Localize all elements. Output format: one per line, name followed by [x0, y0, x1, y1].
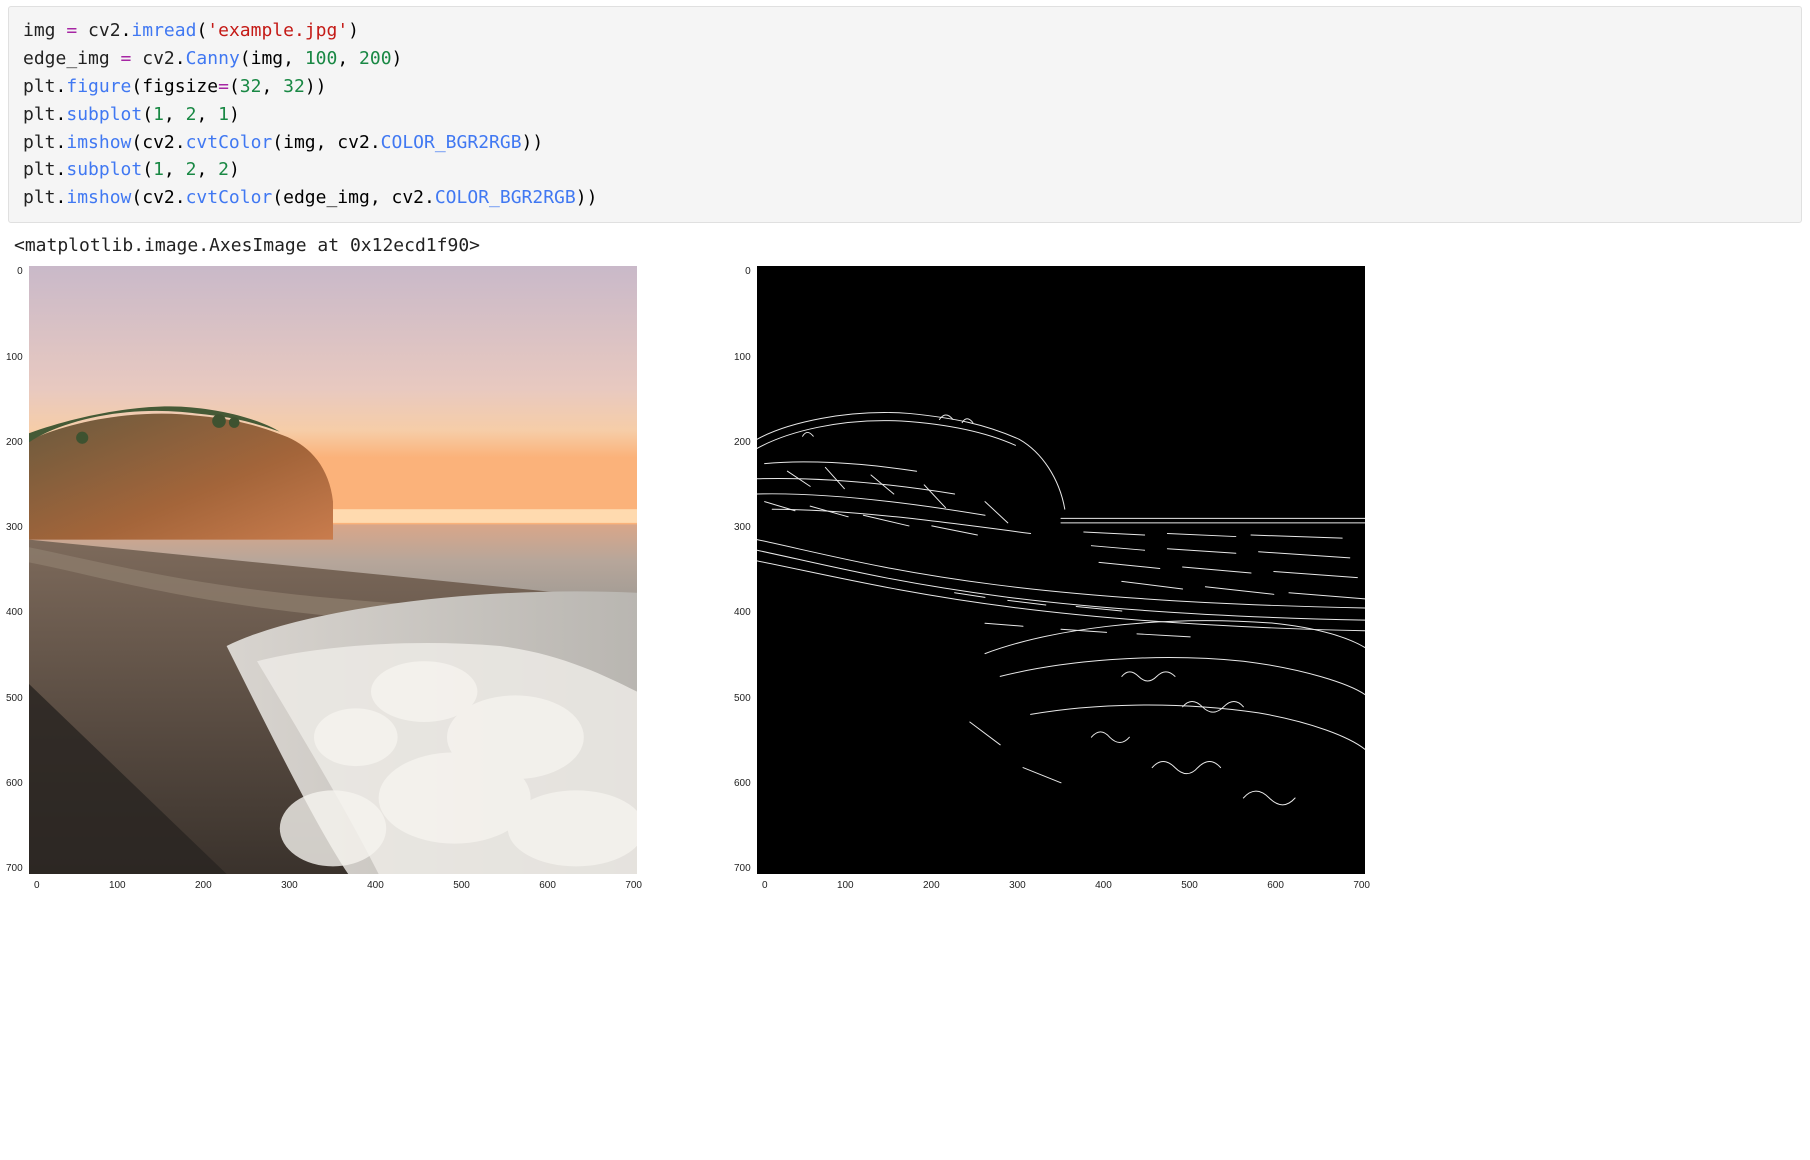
- ytick-label: 700: [6, 863, 23, 874]
- code-input-cell[interactable]: img = cv2.imread('example.jpg') edge_img…: [8, 6, 1802, 223]
- xtick-label: 100: [109, 880, 126, 891]
- xtick-label: 300: [281, 880, 298, 891]
- ytick-label: 500: [734, 693, 751, 704]
- xtick-label: 400: [367, 880, 384, 891]
- ytick-label: 400: [734, 607, 751, 618]
- xtick-label: 200: [195, 880, 212, 891]
- ytick-label: 200: [6, 437, 23, 448]
- xtick-label: 700: [625, 880, 642, 891]
- xtick-label: 500: [453, 880, 470, 891]
- ytick-label: 300: [734, 522, 751, 533]
- xtick-label: 600: [539, 880, 556, 891]
- original-beach-image: [29, 266, 637, 874]
- notebook-cell: img = cv2.imread('example.jpg') edge_img…: [0, 6, 1810, 911]
- canny-edge-image: [757, 266, 1365, 874]
- xtick-label: 200: [923, 880, 940, 891]
- xtick-label: 500: [1181, 880, 1198, 891]
- xtick-label: 300: [1009, 880, 1026, 891]
- xtick-label: 0: [34, 880, 40, 891]
- ytick-label: 300: [6, 522, 23, 533]
- xtick-label: 100: [837, 880, 854, 891]
- ytick-label: 100: [734, 352, 751, 363]
- xtick-label: 400: [1095, 880, 1112, 891]
- ytick-label: 400: [6, 607, 23, 618]
- matplotlib-figure-output: 0 100 200 300 400 500 600 700: [0, 258, 1810, 911]
- xtick-label: 700: [1353, 880, 1370, 891]
- ytick-label: 100: [6, 352, 23, 363]
- ytick-label: 600: [6, 778, 23, 789]
- xtick-label: 0: [762, 880, 768, 891]
- subplot-1-original-image: 0 100 200 300 400 500 600 700: [6, 266, 642, 891]
- ytick-label: 200: [734, 437, 751, 448]
- ytick-label: 0: [17, 266, 23, 277]
- output-repr-text: <matplotlib.image.AxesImage at 0x12ecd1f…: [0, 227, 1810, 258]
- subplot-2-xticks: 0 100 200 300 400 500 600 700: [762, 874, 1370, 891]
- ytick-label: 600: [734, 778, 751, 789]
- subplot-2-yticks: 0 100 200 300 400 500 600 700: [734, 266, 757, 874]
- subplot-1-yticks: 0 100 200 300 400 500 600 700: [6, 266, 29, 874]
- ytick-label: 700: [734, 863, 751, 874]
- subplot-1-xticks: 0 100 200 300 400 500 600 700: [34, 874, 642, 891]
- xtick-label: 600: [1267, 880, 1284, 891]
- subplot-2-edge-image: 0 100 200 300 400 500 600 700: [734, 266, 1370, 891]
- ytick-label: 500: [6, 693, 23, 704]
- ytick-label: 0: [745, 266, 751, 277]
